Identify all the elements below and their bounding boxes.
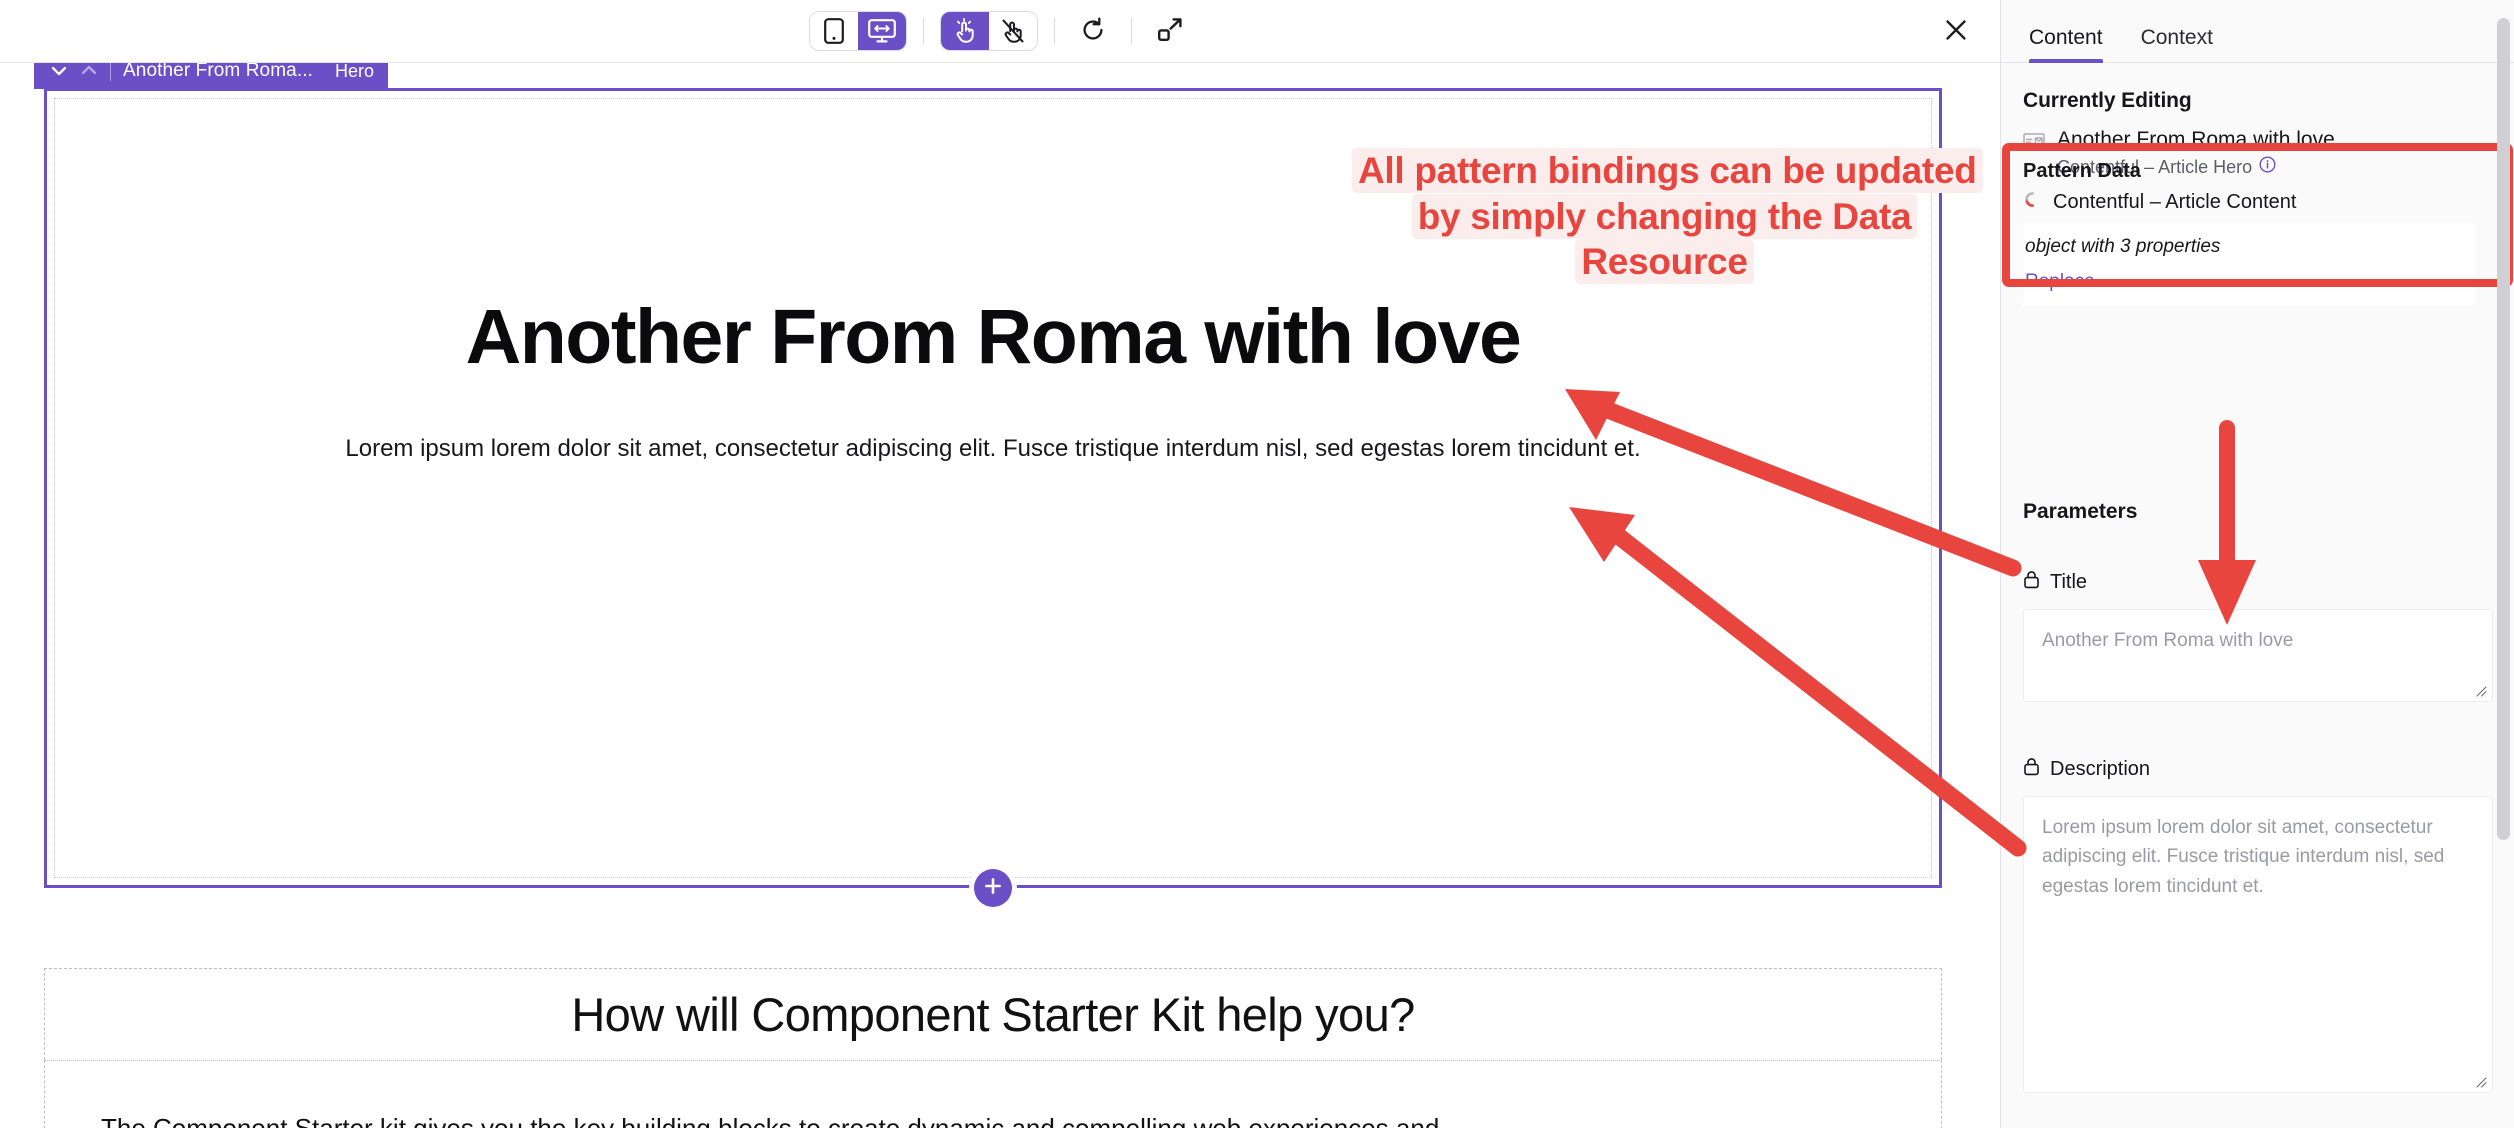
field-description-input[interactable]: Lorem ipsum lorem dolor sit amet, consec… (2023, 796, 2493, 1093)
section-two-body: The Component Starter kit gives you the … (101, 1113, 1440, 1128)
add-block-button[interactable] (974, 869, 1012, 907)
chevron-up-icon[interactable] (74, 63, 104, 86)
section-two-body-band[interactable]: The Component Starter kit gives you the … (44, 1060, 1942, 1128)
resize-handle-icon[interactable] (2473, 1074, 2487, 1088)
close-editor-button[interactable] (1934, 9, 1978, 53)
pattern-data-resource: Contentful – Article Content (2053, 191, 2297, 213)
desktop-resize-icon (867, 18, 896, 44)
pattern-data-card: object with 3 properties Replace (2023, 223, 2475, 306)
section-two-heading: How will Component Starter Kit help you? (571, 988, 1415, 1041)
toolbar-divider-3 (1130, 18, 1132, 44)
pointer-tap-icon (952, 18, 978, 44)
block-name: Another From Roma... (123, 63, 313, 81)
section-two-heading-band[interactable]: How will Component Starter Kit help you? (44, 968, 1942, 1060)
currently-editing-title: Currently Editing (2023, 89, 2192, 112)
content-side-panel: Content Context Currently Editing Anothe… (2000, 0, 2514, 1128)
expand-arrow-icon (1157, 17, 1183, 46)
currently-editing-name: Another From Roma with love (2057, 128, 2335, 151)
toolbar-controls (808, 11, 1192, 51)
hero-subtitle[interactable]: Lorem ipsum lorem dolor sit amet, consec… (345, 432, 1640, 466)
non-interactive-mode-button[interactable] (988, 12, 1037, 50)
mobile-view-button[interactable] (809, 12, 858, 50)
pattern-data-replace-link[interactable]: Replace (2023, 271, 2475, 293)
hero-selection-border[interactable]: Another From Roma with love Lorem ipsum … (44, 88, 1942, 888)
editor-toolbar (0, 0, 2000, 63)
refresh-button[interactable] (1071, 11, 1115, 51)
block-selection-label: Another From Roma... Hero (34, 63, 388, 89)
tab-content[interactable]: Content (2029, 26, 2103, 63)
panel-tabs: Content Context (2001, 0, 2514, 63)
pointer-disabled-icon (1000, 18, 1026, 44)
device-toggle-group (808, 11, 907, 51)
editor-area: Another From Roma... Hero Another From R… (0, 0, 2000, 1128)
parameters-title: Parameters (2023, 500, 2138, 523)
field-title-placeholder: Another From Roma with love (2042, 630, 2294, 651)
pattern-data-value: object with 3 properties (2025, 236, 2221, 257)
visual-editor-app: Another From Roma... Hero Another From R… (0, 0, 2514, 1128)
selected-hero-block[interactable]: Another From Roma... Hero Another From R… (34, 63, 1942, 907)
tab-context[interactable]: Context (2141, 26, 2213, 62)
toolbar-divider-1 (922, 18, 924, 44)
interaction-toggle-group (939, 11, 1038, 51)
field-title-label-row: Title (2023, 570, 2493, 595)
field-title-label: Title (2050, 571, 2088, 593)
expand-button[interactable] (1148, 11, 1192, 51)
interactive-mode-button[interactable] (940, 12, 989, 50)
contentful-icon (2023, 190, 2042, 215)
mobile-icon (823, 18, 844, 44)
chevron-down-icon[interactable] (44, 63, 74, 86)
plus-icon (983, 876, 1003, 901)
close-icon (1944, 18, 1968, 45)
field-description: Description Lorem ipsum lorem dolor sit … (2023, 757, 2493, 1093)
desktop-view-button[interactable] (857, 12, 906, 50)
hero-title[interactable]: Another From Roma with love (466, 299, 1522, 376)
field-description-label: Description (2050, 758, 2151, 780)
pattern-data-title: Pattern Data (2023, 160, 2141, 182)
refresh-icon (1080, 16, 1106, 46)
label-divider (110, 63, 111, 81)
block-kind: Hero (334, 63, 374, 81)
panel-scrollbar[interactable] (2497, 18, 2510, 840)
section-two[interactable]: How will Component Starter Kit help you?… (44, 968, 1942, 1128)
page-canvas[interactable]: Another From Roma... Hero Another From R… (0, 63, 2000, 1128)
toolbar-divider-2 (1053, 18, 1055, 44)
pattern-data-resource-row[interactable]: Contentful – Article Content (2011, 183, 2503, 223)
field-description-placeholder: Lorem ipsum lorem dolor sit amet, consec… (2042, 817, 2445, 897)
resize-handle-icon[interactable] (2473, 683, 2487, 697)
field-title-input[interactable]: Another From Roma with love (2023, 609, 2493, 702)
lock-icon (2023, 757, 2040, 782)
field-description-label-row: Description (2023, 757, 2493, 782)
field-title: Title Another From Roma with love (2023, 570, 2493, 702)
lock-icon (2023, 570, 2040, 595)
hero-content[interactable]: Another From Roma with love Lorem ipsum … (54, 98, 1932, 878)
pattern-data-section: Pattern Data Contentful – Article Conten… (2011, 152, 2503, 306)
